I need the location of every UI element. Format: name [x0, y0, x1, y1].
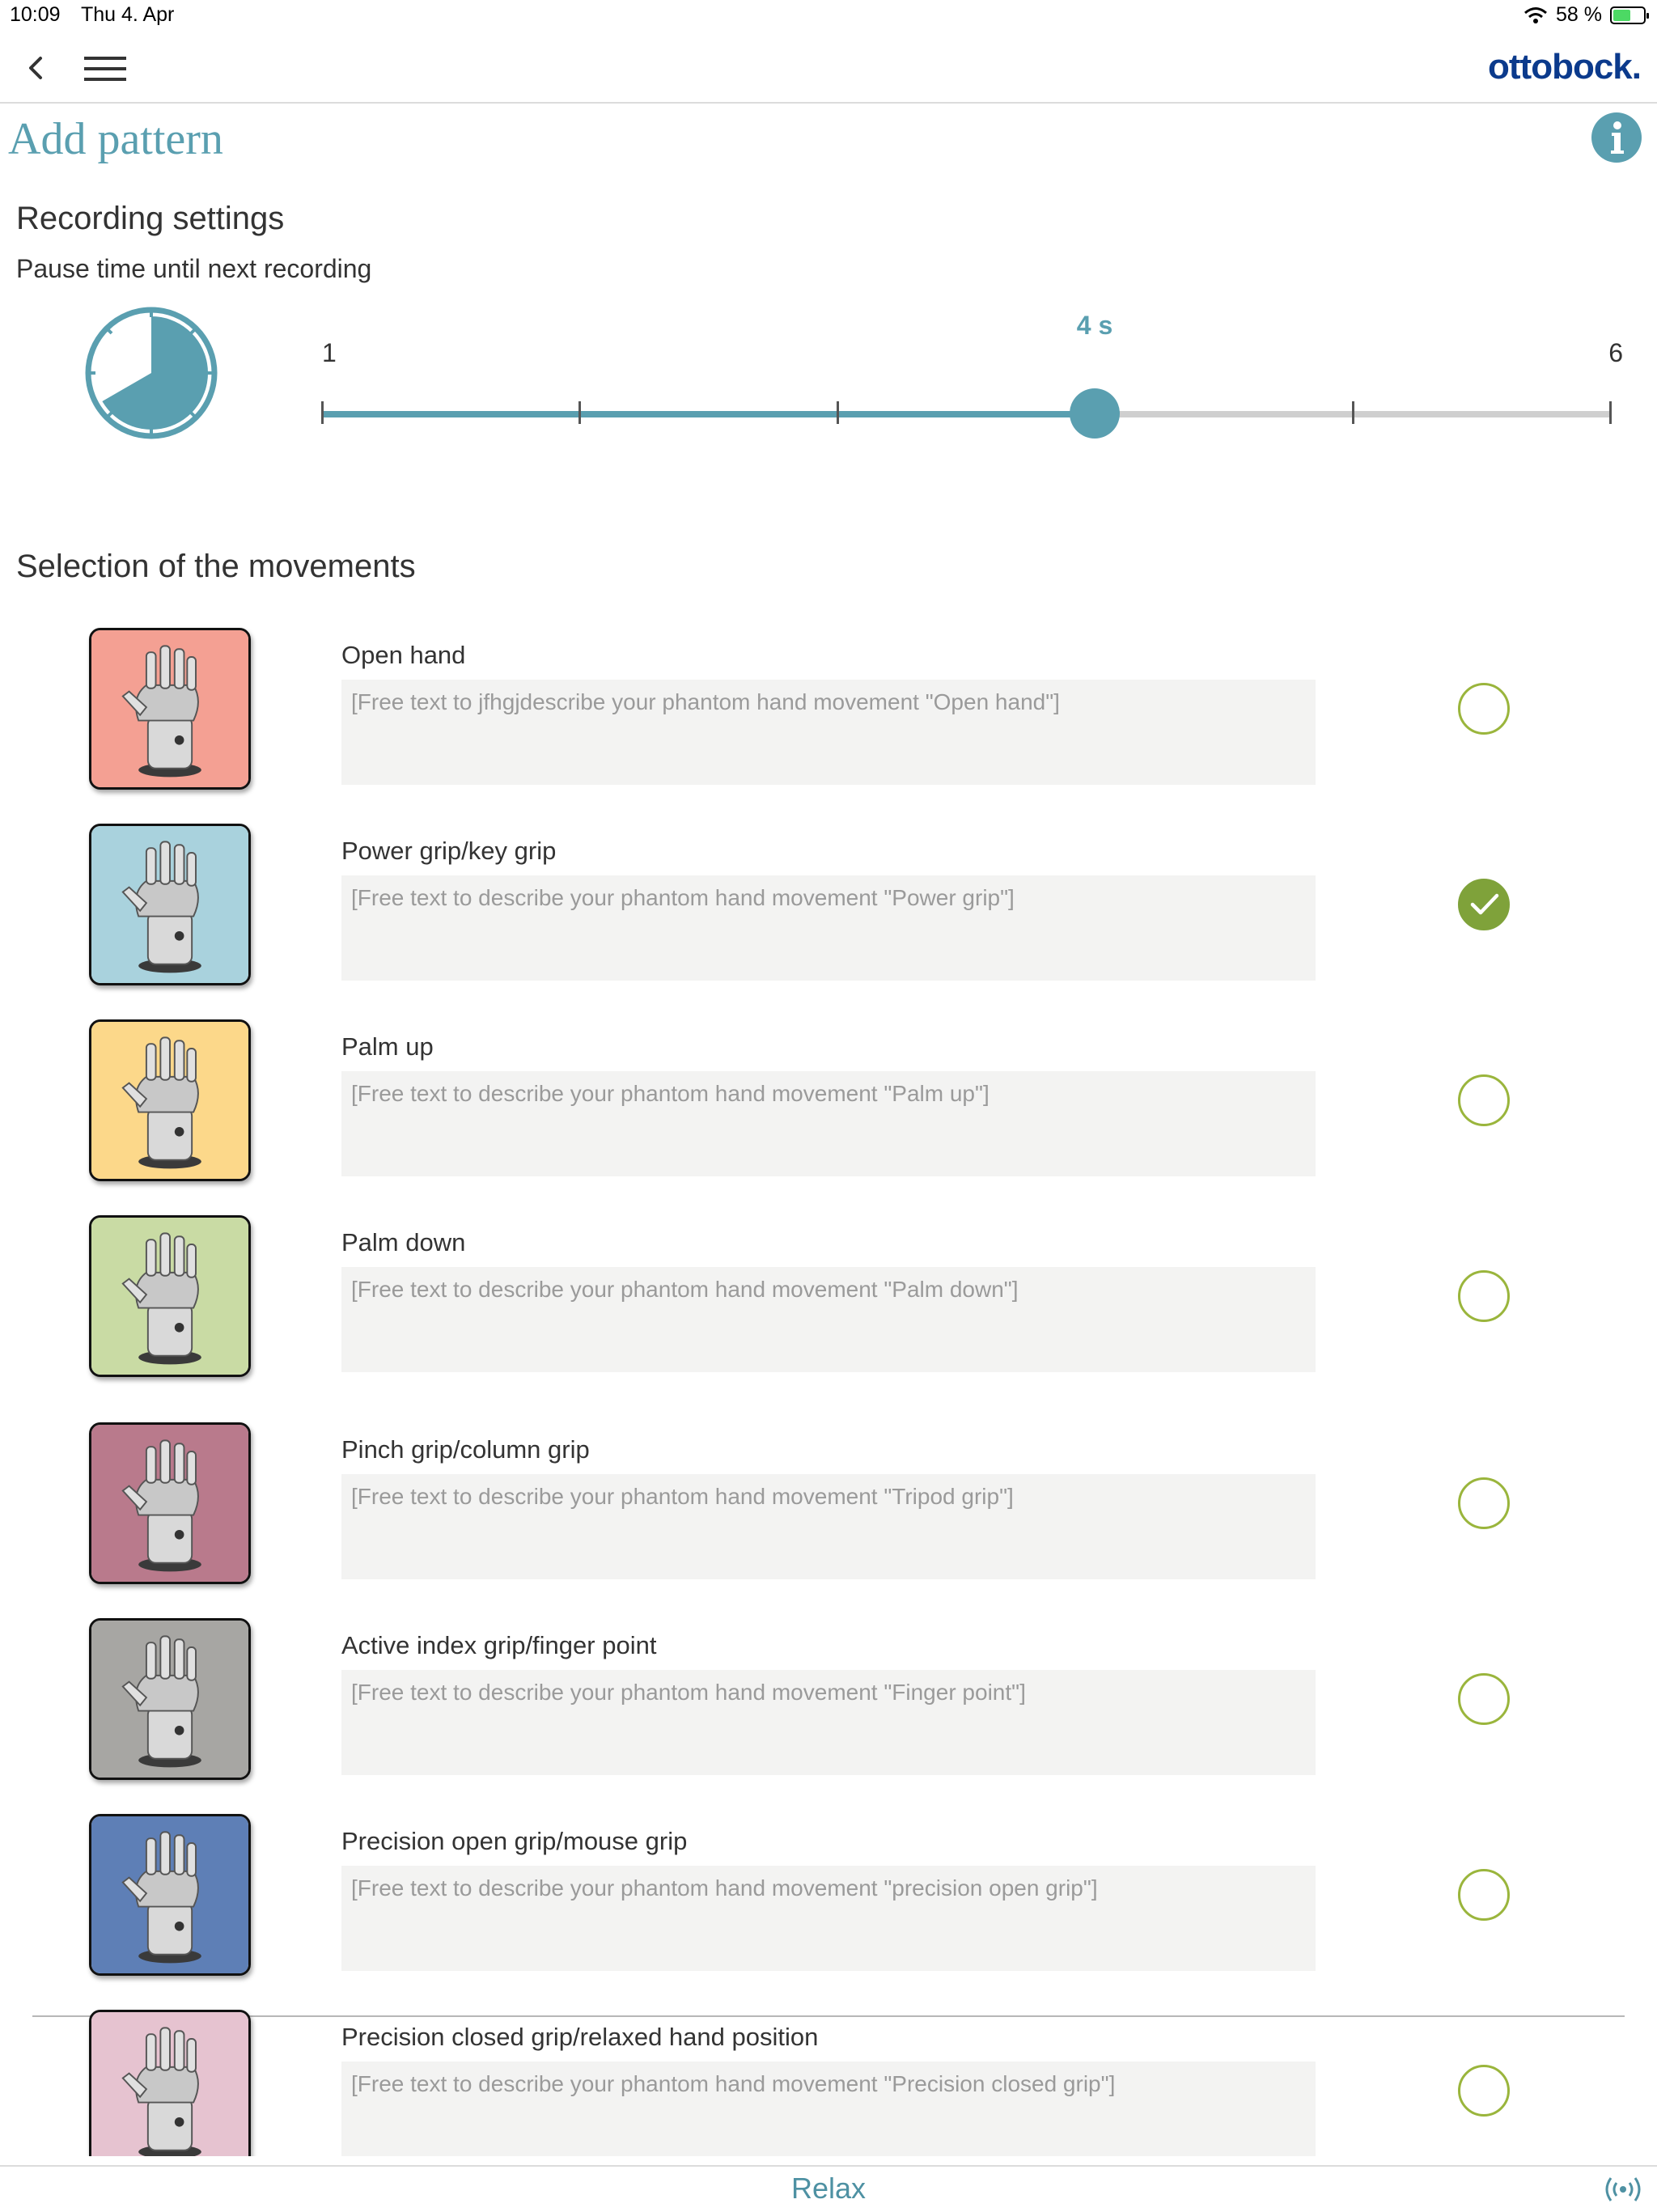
status-date: Thu 4. Apr	[81, 3, 175, 26]
movement-image[interactable]	[89, 824, 251, 985]
movement-select-checkbox[interactable]	[1458, 1074, 1510, 1126]
movement-image[interactable]	[89, 1618, 251, 1780]
movement-select-checkbox[interactable]	[1458, 1869, 1510, 1921]
movement-description-input[interactable]	[341, 1866, 1316, 1971]
movement-image[interactable]	[89, 2010, 251, 2156]
slider-tick	[1609, 401, 1612, 424]
battery-icon	[1610, 6, 1649, 24]
movement-description-input[interactable]	[341, 680, 1316, 785]
movement-label: Palm up	[341, 1032, 434, 1061]
recording-settings-heading: Recording settings	[16, 201, 285, 236]
slider-tick	[1352, 401, 1354, 424]
movement-select-checkbox[interactable]	[1458, 1673, 1510, 1725]
prosthetic-hand-icon	[91, 1816, 248, 1973]
movement-description-input[interactable]	[341, 1071, 1316, 1176]
slider-tick	[837, 401, 839, 424]
movement-select-checkbox[interactable]	[1458, 683, 1510, 735]
checkmark-icon	[1470, 893, 1499, 915]
prosthetic-hand-icon	[91, 630, 248, 787]
slider-value-label: 4 s	[1076, 311, 1113, 340]
movement-row: Power grip/key grip	[0, 811, 1657, 1006]
prosthetic-hand-icon	[91, 1218, 248, 1375]
wifi-icon	[1524, 6, 1547, 23]
prosthetic-hand-icon	[91, 1022, 248, 1179]
prosthetic-hand-icon	[91, 1425, 248, 1582]
movements-heading: Selection of the movements	[16, 549, 416, 584]
slider-max-label: 6	[1608, 338, 1623, 367]
slider-min-label: 1	[322, 338, 337, 367]
movement-select-checkbox[interactable]	[1458, 2065, 1510, 2117]
bottom-bar: Relax	[0, 2165, 1657, 2212]
movement-description-input[interactable]	[341, 1267, 1316, 1372]
movement-description-input[interactable]	[341, 1670, 1316, 1775]
prosthetic-hand-icon	[91, 1621, 248, 1778]
movement-selected-checkbox[interactable]	[1458, 879, 1510, 930]
relax-button[interactable]: Relax	[0, 2172, 1657, 2206]
clock-timer-icon	[85, 307, 218, 439]
movement-label: Precision open grip/mouse grip	[341, 1827, 688, 1855]
battery-percent: 58 %	[1556, 3, 1602, 26]
movement-select-checkbox[interactable]	[1458, 1477, 1510, 1529]
ottobock-logo: ottobock.	[1488, 47, 1642, 87]
back-chevron-icon[interactable]	[19, 52, 52, 84]
info-icon[interactable]	[1591, 112, 1642, 163]
movement-row: Precision open grip/mouse grip	[0, 1801, 1657, 1997]
movement-select-checkbox[interactable]	[1458, 1270, 1510, 1322]
prosthetic-hand-icon	[91, 826, 248, 983]
movement-label: Power grip/key grip	[341, 837, 557, 865]
signal-broadcast-icon[interactable]	[1605, 2175, 1641, 2204]
movement-row: Pinch grip/column grip	[0, 1409, 1657, 1605]
movement-row: Open hand	[0, 615, 1657, 811]
pause-time-label: Pause time until next recording	[16, 254, 372, 283]
movement-row: Active index grip/finger point	[0, 1605, 1657, 1801]
movement-image[interactable]	[89, 1215, 251, 1377]
movement-label: Pinch grip/column grip	[341, 1435, 590, 1464]
status-indicators: 58 %	[1524, 3, 1649, 27]
slider-tick	[578, 401, 581, 424]
movement-label: Precision closed grip/relaxed hand posit…	[341, 2023, 819, 2051]
movement-image[interactable]	[89, 1019, 251, 1181]
hamburger-menu-icon[interactable]	[84, 57, 126, 81]
navigation-bar: ottobock.	[0, 36, 1657, 104]
status-time: 10:09	[10, 3, 61, 26]
movement-image[interactable]	[89, 628, 251, 790]
movement-row: Precision closed grip/relaxed hand posit…	[0, 1997, 1657, 2156]
movement-row: Palm down	[0, 1202, 1657, 1398]
movement-label: Palm down	[341, 1228, 466, 1256]
movement-description-input[interactable]	[341, 1474, 1316, 1579]
movement-label: Active index grip/finger point	[341, 1631, 657, 1659]
movement-image[interactable]	[89, 1422, 251, 1584]
movement-image[interactable]	[89, 1814, 251, 1976]
page-title: Add pattern	[8, 114, 223, 164]
movement-description-input[interactable]	[341, 875, 1316, 981]
slider-tick	[321, 401, 324, 424]
movement-description-input[interactable]	[341, 2062, 1316, 2156]
prosthetic-hand-icon	[91, 2012, 248, 2156]
movement-row: Palm up	[0, 1006, 1657, 1202]
slider-thumb[interactable]	[1070, 388, 1120, 439]
status-bar: 10:09 Thu 4. Apr 58 %	[0, 0, 1657, 32]
movement-list: Open hand Power grip/key grip Palm up Palm …	[0, 615, 1657, 2156]
pause-time-slider[interactable]: 1 6 4 s	[321, 307, 1623, 439]
slider-track-fill	[322, 411, 1095, 417]
movement-label: Open hand	[341, 641, 466, 669]
